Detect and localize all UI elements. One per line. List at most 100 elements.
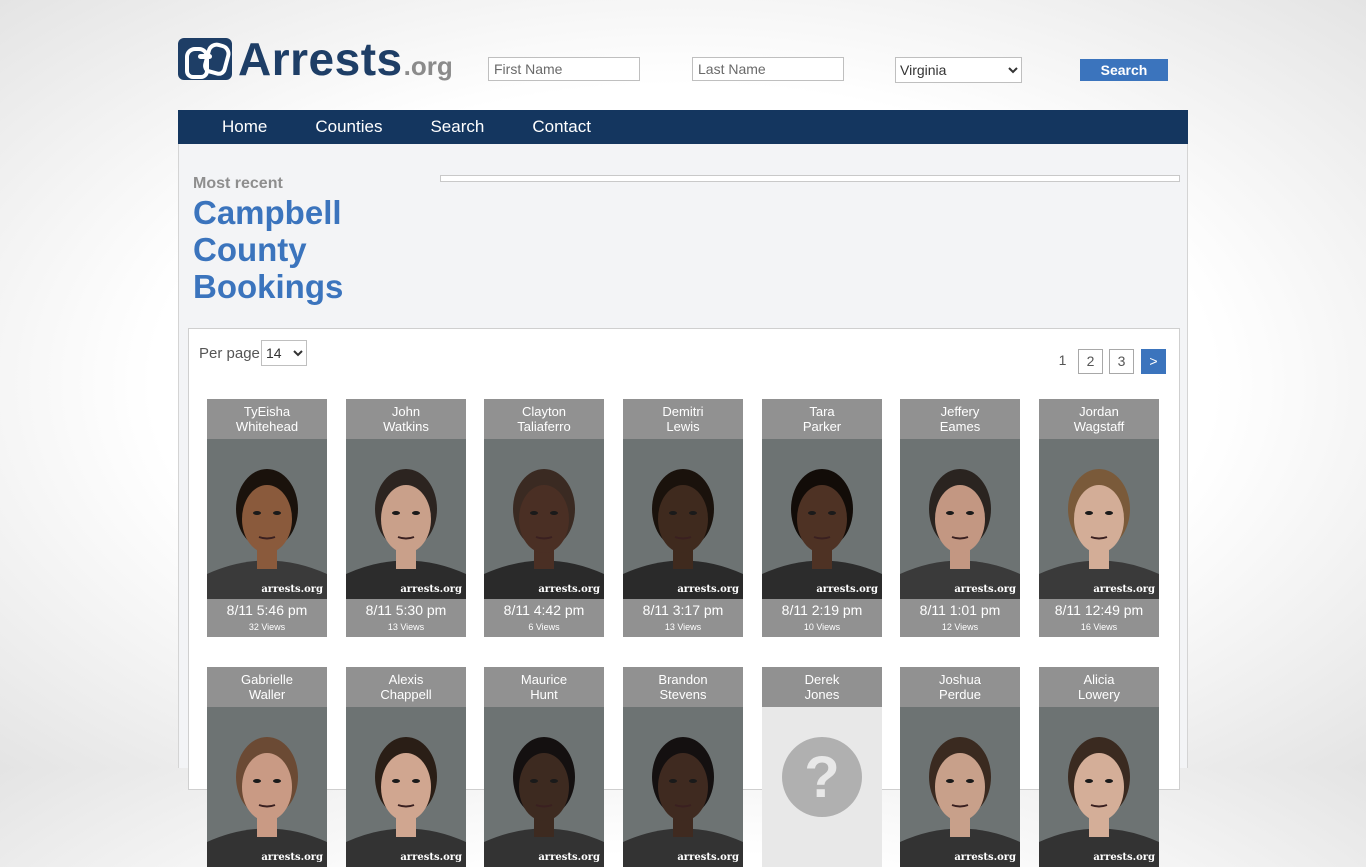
person-name: Brandon Stevens: [623, 667, 743, 707]
page-link-2[interactable]: 2: [1078, 349, 1103, 374]
first-name: John: [391, 404, 421, 419]
first-name: Demitri: [662, 404, 704, 419]
person-name: Alicia Lowery: [1039, 667, 1159, 707]
first-name: Clayton: [521, 404, 567, 419]
booking-date: 8/11 12:49 pm: [1054, 602, 1144, 618]
view-count: 10 Views: [803, 622, 841, 632]
watermark: arrests.org: [400, 584, 462, 595]
photo-frame: arrests.org: [1039, 707, 1159, 867]
mugshot-photo: [484, 439, 604, 599]
first-name: Jeffery: [940, 404, 980, 419]
mugshot-card[interactable]: TyEisha Whitehead arrests.org 8/11 5:46 pm 3…: [207, 399, 327, 637]
last-name: Waller: [248, 687, 286, 702]
mugshot-card[interactable]: Jordan Wagstaff arrests.org 8/11 12:49 pm 16…: [1039, 399, 1159, 637]
photo-frame: ?: [762, 707, 882, 867]
mugshot-card[interactable]: John Watkins arrests.org 8/11 5:30 pm 13 Vie…: [346, 399, 466, 637]
mugshot-card[interactable]: Joshua Perdue arrests.org: [900, 667, 1020, 867]
last-name: Chappell: [380, 687, 432, 702]
mugshot-photo: [207, 707, 327, 867]
nav-counties[interactable]: Counties: [315, 110, 382, 144]
watermark: arrests.org: [400, 852, 462, 863]
nav-home[interactable]: Home: [222, 110, 267, 144]
first-name: Tara: [809, 404, 835, 419]
person-name: Alexis Chappell: [346, 667, 466, 707]
last-name: Whitehead: [235, 419, 299, 434]
per-page-label: Per page: [199, 345, 260, 362]
mugshot-photo: [900, 439, 1020, 599]
last-name: Watkins: [383, 419, 429, 434]
mugshot-photo: [484, 707, 604, 867]
person-name: Derek Jones: [762, 667, 882, 707]
mugshot-card[interactable]: Alicia Lowery arrests.org: [1039, 667, 1159, 867]
mugshot-photo: [207, 439, 327, 599]
mugshot-photo: [346, 439, 466, 599]
last-name: Lowery: [1078, 687, 1120, 702]
first-name: Brandon: [658, 672, 708, 687]
person-name: Maurice Hunt: [484, 667, 604, 707]
watermark: arrests.org: [816, 584, 878, 595]
last-name-input[interactable]: [692, 57, 844, 81]
mugshot-card[interactable]: Tara Parker arrests.org 8/11 2:19 pm 10 View…: [762, 399, 882, 637]
person-name: TyEisha Whitehead: [207, 399, 327, 439]
view-count: 32 Views: [248, 622, 286, 632]
search-button[interactable]: Search: [1080, 59, 1168, 81]
photo-frame: arrests.org: [207, 707, 327, 867]
first-name: Alicia: [1083, 672, 1115, 687]
page-title: Campbell County Bookings: [193, 194, 433, 305]
first-name: Gabrielle: [240, 672, 294, 687]
photo-frame: arrests.org: [623, 439, 743, 599]
photo-frame: arrests.org: [346, 707, 466, 867]
view-count: 13 Views: [664, 622, 702, 632]
mugshot-card[interactable]: Gabrielle Waller arrests.org: [207, 667, 327, 867]
bookings-panel: Per page 14 1 2 3 > TyEisha Whitehead arre…: [188, 328, 1180, 867]
per-page-select[interactable]: 14: [261, 340, 307, 366]
mugshot-card[interactable]: Jeffery Eames arrests.org 8/11 1:01 pm 12 Vi…: [900, 399, 1020, 637]
watermark: arrests.org: [538, 584, 600, 595]
photo-frame: arrests.org: [762, 439, 882, 599]
svg-text:?: ?: [804, 745, 839, 810]
most-recent-label: Most recent: [193, 175, 283, 192]
state-select[interactable]: Virginia: [895, 57, 1022, 83]
mugshot-photo: [900, 707, 1020, 867]
main-nav: Home Counties Search Contact: [178, 110, 1188, 144]
watermark: arrests.org: [261, 852, 323, 863]
last-name: Perdue: [939, 687, 981, 702]
first-name: Jordan: [1079, 404, 1119, 419]
first-name-input[interactable]: [488, 57, 640, 81]
person-name: Joshua Perdue: [900, 667, 1020, 707]
first-name: Derek: [804, 672, 840, 687]
next-page-button[interactable]: >: [1141, 349, 1166, 374]
mugshot-card[interactable]: Derek Jones?: [762, 667, 882, 867]
logo-extension: .org: [403, 51, 453, 81]
watermark: arrests.org: [954, 584, 1016, 595]
watermark: arrests.org: [1093, 584, 1155, 595]
person-name: Tara Parker: [762, 399, 882, 439]
mugshot-photo: [762, 439, 882, 599]
last-name: Wagstaff: [1073, 419, 1125, 434]
site-logo[interactable]: Arrests .org: [178, 33, 453, 85]
mugshot-photo: [623, 439, 743, 599]
handcuffs-icon: [178, 38, 232, 80]
person-name: Clayton Taliaferro: [484, 399, 604, 439]
last-name: Jones: [804, 687, 840, 702]
view-count: 16 Views: [1080, 622, 1118, 632]
first-name: Joshua: [939, 672, 981, 687]
photo-frame: arrests.org: [346, 439, 466, 599]
first-name: Maurice: [520, 672, 568, 687]
view-count: 13 Views: [387, 622, 425, 632]
person-name: Jeffery Eames: [900, 399, 1020, 439]
title-line: Bookings: [193, 268, 344, 305]
mugshot-card[interactable]: Brandon Stevens arrests.org: [623, 667, 743, 867]
logo-text: Arrests: [238, 33, 403, 85]
booking-date: 8/11 3:17 pm: [642, 602, 724, 618]
person-name: Gabrielle Waller: [207, 667, 327, 707]
mugshot-card[interactable]: Demitri Lewis arrests.org 8/11 3:17 pm 13 Vi…: [623, 399, 743, 637]
page-link-3[interactable]: 3: [1109, 349, 1134, 374]
mugshot-card[interactable]: Alexis Chappell arrests.org: [346, 667, 466, 867]
site-header: Arrests .org Virginia Search: [178, 30, 1188, 90]
nav-search[interactable]: Search: [430, 110, 484, 144]
mugshot-card[interactable]: Maurice Hunt arrests.org: [484, 667, 604, 867]
mugshot-card[interactable]: Clayton Taliaferro arrests.org 8/11 4:42 pm…: [484, 399, 604, 637]
last-name: Lewis: [666, 419, 700, 434]
nav-contact[interactable]: Contact: [532, 110, 591, 144]
